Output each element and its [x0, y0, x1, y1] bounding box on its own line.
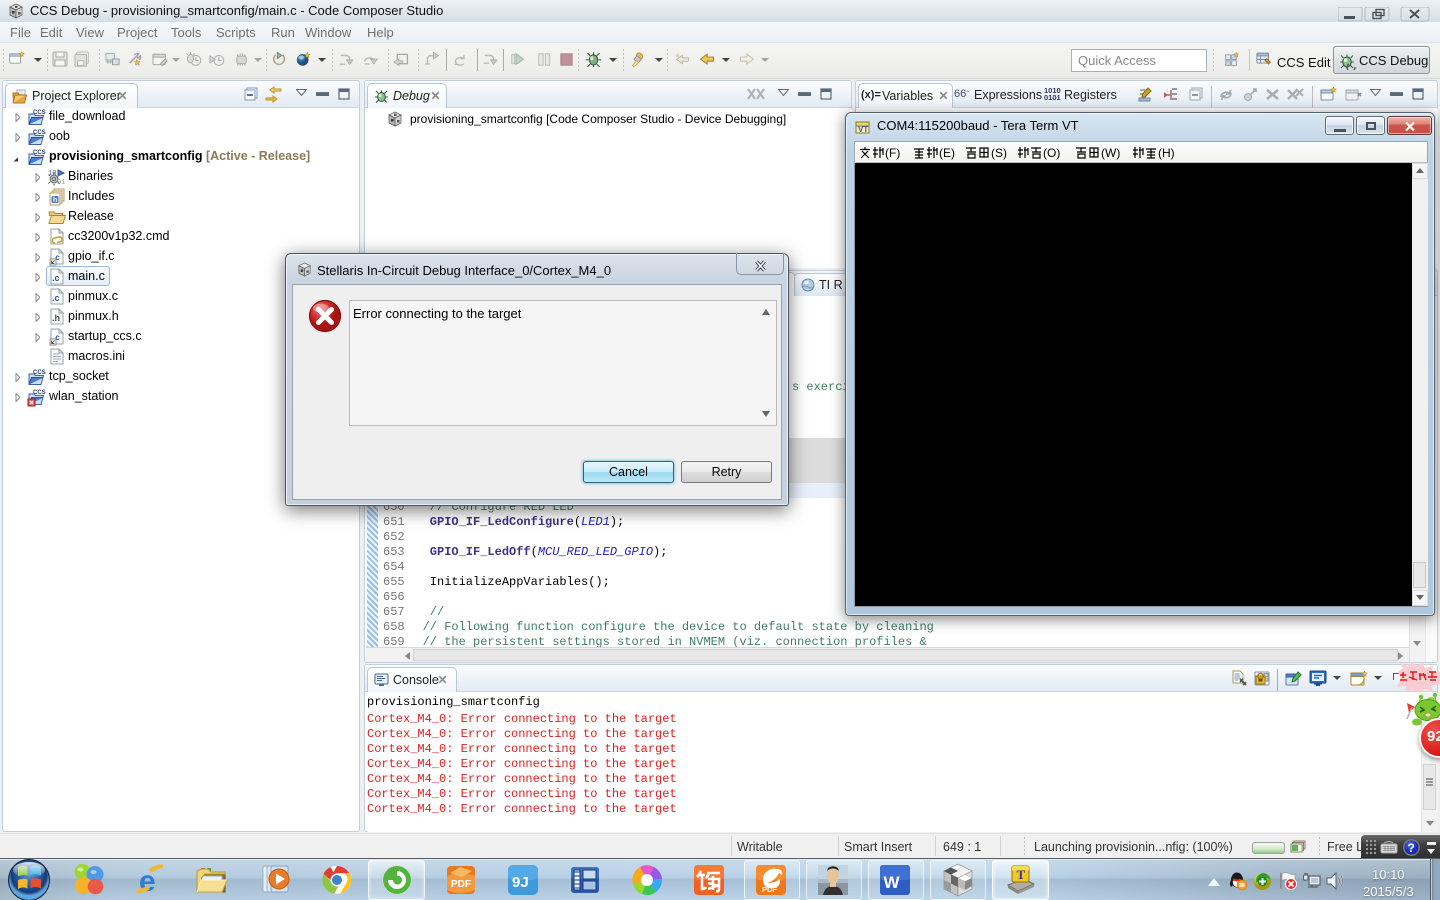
svg-text:01: 01 [57, 179, 65, 186]
svg-text:.c: .c [52, 273, 60, 283]
svg-text:(O): (O) [1043, 146, 1060, 160]
svg-text:VT: VT [858, 125, 868, 134]
svg-text:h: h [53, 197, 57, 204]
svg-text:PDF: PDF [451, 879, 471, 890]
svg-text:(F): (F) [885, 146, 900, 160]
svg-text:(W): (W) [1101, 146, 1120, 160]
svg-text:9J: 9J [512, 874, 529, 891]
svg-text:T: T [1017, 867, 1026, 882]
svg-text:.c: .c [52, 293, 60, 303]
svg-text:.h: .h [52, 313, 60, 323]
svg-text:(S): (S) [991, 146, 1007, 160]
svg-text:W: W [884, 873, 901, 892]
svg-text:?: ? [1408, 841, 1415, 855]
svg-text:(E): (E) [939, 146, 955, 160]
svg-text:(H): (H) [1158, 146, 1175, 160]
svg-text:PDF: PDF [762, 885, 777, 894]
